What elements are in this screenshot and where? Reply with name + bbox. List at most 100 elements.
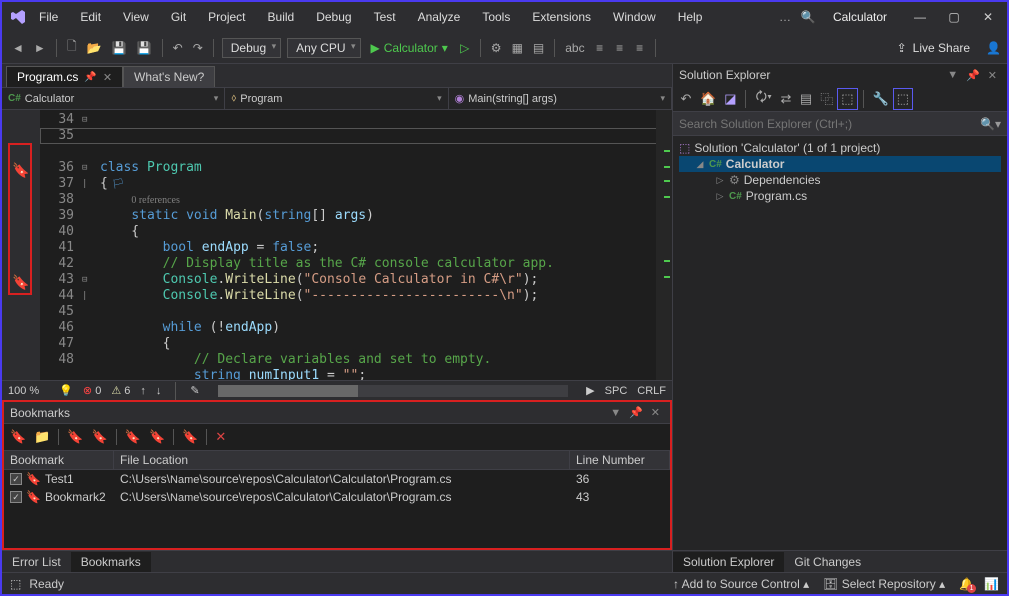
warning-count[interactable]: ⚠ 6 [111,384,130,397]
bookmark-row[interactable]: 🔖 Test1C:\Users\Name\source\repos\Calcul… [4,470,670,488]
indent-mode[interactable]: SPC [605,385,628,397]
menu-test[interactable]: Test [365,6,405,28]
redo-icon[interactable]: ↷ [189,38,207,58]
scope-project[interactable]: C#Calculator [2,88,225,109]
tab-error-list[interactable]: Error List [2,552,71,572]
pen-icon[interactable]: ✎ [190,384,199,397]
col-bookmark[interactable]: Bookmark [4,451,114,469]
bk-prev-icon[interactable]: 🔖 [67,429,83,445]
tab-program-cs[interactable]: Program.cs 📌 ✕ [6,66,123,87]
menu-window[interactable]: Window [604,6,665,28]
se-dropdown-icon[interactable]: ▼ [943,69,962,81]
bk-next-folder-icon[interactable]: 🔖 [149,429,165,445]
menu-help[interactable]: Help [669,6,712,28]
search-icon[interactable]: 🔍▾ [980,117,1001,131]
tool-icon-1[interactable]: ⚙ [487,38,506,58]
tab-whats-new[interactable]: What's New? [123,66,215,87]
save-all-icon[interactable]: 💾 [133,38,156,58]
bk-next-icon[interactable]: 🔖 [92,429,108,445]
nav-down-icon[interactable]: ↓ [156,385,162,397]
menu-git[interactable]: Git [162,6,195,28]
search-button[interactable]: 🔍 [797,6,819,28]
bookmark-icon[interactable]: 🔖 [12,274,29,291]
configuration-combo[interactable]: Debug [222,38,281,58]
bk-disable-icon[interactable]: 🔖 [182,429,198,445]
se-home-icon[interactable]: 🏠 [697,89,719,109]
se-sync-icon[interactable]: 🗘▾ [752,86,774,112]
scope-class[interactable]: ⬨Program [225,88,448,109]
menu-debug[interactable]: Debug [307,6,360,28]
se-preview-icon[interactable]: ⬚ [894,89,912,109]
h-scrollbar[interactable] [218,385,569,397]
pin-icon[interactable]: 📌 [84,72,96,83]
solution-search[interactable]: 🔍▾ [673,112,1007,136]
select-repository[interactable]: 🗄 Select Repository ▴ [823,577,945,591]
bk-folder-icon[interactable]: 📁 [34,429,50,445]
bookmark-row[interactable]: 🔖 Bookmark2C:\Users\Name\source\repos\Ca… [4,488,670,506]
se-vs-icon[interactable]: ◪ [721,89,739,109]
menu-file[interactable]: File [30,6,67,28]
bookmark-icon[interactable]: 🔖 [12,162,29,179]
nav-fwd-icon[interactable]: ► [30,38,50,58]
se-showall-icon[interactable]: ⿻ [817,87,836,110]
new-project-icon[interactable]: 🗋 [63,34,81,61]
tool-icon-5[interactable]: ≡ [591,38,609,58]
panel-close-icon[interactable]: ✕ [647,406,664,419]
open-icon[interactable]: 📂 [83,38,106,58]
start-debugging-button[interactable]: ▶ Calculator ▾ [365,39,454,57]
se-back-icon[interactable]: ↶ [677,89,695,109]
platform-combo[interactable]: Any CPU [287,38,360,58]
se-close-icon[interactable]: ✕ [984,69,1001,82]
bk-prev-folder-icon[interactable]: 🔖 [125,429,141,445]
solution-node[interactable]: Solution 'Calculator' (1 of 1 project) [694,141,880,155]
menu-overflow-icon[interactable]: … [775,7,795,27]
bookmark-margin[interactable]: 🔖 🔖 [2,110,40,380]
solution-search-input[interactable] [679,117,980,131]
feedback-icon[interactable]: 📊 [984,577,999,591]
scroll-map[interactable] [656,110,672,380]
menu-edit[interactable]: Edit [71,6,110,28]
tool-icon-7[interactable]: ≡ [631,38,649,58]
start-without-debug-icon[interactable]: ▷ [456,38,474,58]
tab-git-changes[interactable]: Git Changes [784,552,871,572]
close-tab-icon[interactable]: ✕ [103,71,112,84]
line-ending[interactable]: CRLF [637,385,666,397]
deps-node[interactable]: Dependencies [744,173,821,187]
minimize-button[interactable]: — [909,10,931,24]
se-wrench-icon[interactable]: 🔧 [870,89,892,109]
zoom-level[interactable]: 100 % [8,385,49,397]
col-file[interactable]: File Location [114,451,570,469]
close-button[interactable]: ✕ [977,10,999,24]
panel-pin-icon[interactable]: 📌 [625,406,647,419]
panel-dropdown-icon[interactable]: ▼ [606,407,625,419]
liveshare-icon[interactable]: ⇪ [897,41,907,55]
solution-tree[interactable]: ⬚ Solution 'Calculator' (1 of 1 project)… [673,136,1007,550]
tab-solution-explorer[interactable]: Solution Explorer [673,552,784,572]
output-icon[interactable]: ⬚ [10,577,21,591]
scroll-right-icon[interactable]: ▶ [586,384,594,397]
se-switch-icon[interactable]: ⇄ [777,89,795,109]
file-node[interactable]: Program.cs [746,189,807,203]
menu-extensions[interactable]: Extensions [523,6,600,28]
menu-analyze[interactable]: Analyze [409,6,470,28]
save-icon[interactable]: 💾 [108,38,131,58]
se-pin-icon[interactable]: 📌 [962,69,984,82]
project-node[interactable]: Calculator [726,157,785,171]
tool-icon-3[interactable]: ▤ [529,38,548,58]
menu-project[interactable]: Project [199,6,254,28]
col-line[interactable]: Line Number [570,451,670,469]
lightbulb-icon[interactable]: 💡 [59,384,73,397]
tab-bookmarks[interactable]: Bookmarks [71,552,151,572]
maximize-button[interactable]: ▢ [943,10,965,24]
scope-method[interactable]: ◉Main(string[] args) [449,88,672,109]
menu-build[interactable]: Build [259,6,304,28]
menu-view[interactable]: View [114,6,158,28]
liveshare-label[interactable]: Live Share [913,41,970,55]
add-source-control[interactable]: ↑ Add to Source Control ▴ [673,577,809,591]
error-count[interactable]: ⊗ 0 [83,384,101,397]
notifications-icon[interactable]: 🔔1 [959,577,974,591]
nav-up-icon[interactable]: ↑ [140,385,146,397]
code-editor[interactable]: 343536373839404142434445464748 ⊟⊟|⊟| cla… [40,110,672,380]
se-files-icon[interactable]: ▤ [797,89,815,109]
bk-delete-icon[interactable]: ✕ [215,429,226,445]
